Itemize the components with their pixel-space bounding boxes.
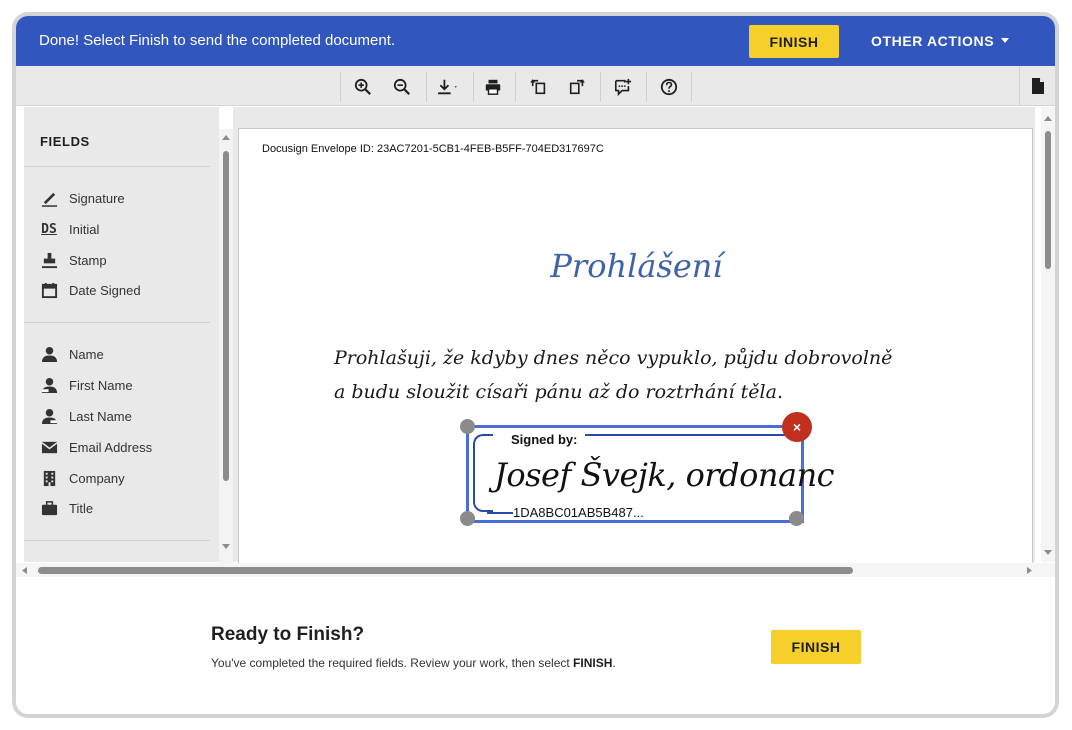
- rotate-right-icon[interactable]: [559, 72, 595, 102]
- stamp-icon: [40, 251, 58, 269]
- envelope-icon: [40, 438, 58, 456]
- person-icon: [40, 345, 58, 363]
- document-scroll-thumb[interactable]: [1045, 131, 1051, 269]
- add-comment-icon[interactable]: [605, 72, 641, 102]
- zoom-out-icon[interactable]: [384, 72, 420, 102]
- signature-field[interactable]: Signed by: Josef Švejk, ordonanc 1DA8BC0…: [466, 425, 835, 523]
- banner-message: Done! Select Finish to send the complete…: [39, 32, 396, 49]
- scroll-down-icon[interactable]: [221, 543, 231, 550]
- document-body: Prohlašuji, že kdyby dnes něco vypuklo, …: [334, 341, 892, 409]
- horizontal-scroll-thumb[interactable]: [38, 567, 853, 574]
- ready-to-finish-title: Ready to Finish?: [211, 624, 365, 645]
- download-icon[interactable]: [428, 72, 468, 102]
- signature-image: Josef Švejk, ordonanc: [494, 456, 835, 494]
- field-stamp[interactable]: Stamp: [40, 249, 107, 271]
- field-company[interactable]: Company: [40, 467, 125, 489]
- briefcase-icon: [40, 499, 58, 517]
- delete-signature-button[interactable]: ×: [782, 412, 812, 442]
- ready-to-finish-text: You've completed the required fields. Re…: [211, 656, 616, 670]
- body-line-2: a budu sloužit císaři pánu až do roztrhá…: [334, 381, 783, 403]
- envelope-id: Docusign Envelope ID: 23AC7201-5CB1-4FEB…: [262, 143, 604, 155]
- person-last-icon: [40, 407, 58, 425]
- resize-handle-bottom-right[interactable]: [789, 511, 804, 526]
- signature-id: 1DA8BC01AB5B487...: [513, 505, 644, 520]
- zoom-in-icon[interactable]: [345, 72, 381, 102]
- finish-button-top[interactable]: FINISH: [749, 25, 839, 58]
- fields-panel: FIELDS Signature DS Initial Stamp Date S…: [24, 107, 219, 562]
- top-banner: Done! Select Finish to send the complete…: [16, 16, 1055, 66]
- field-last-name[interactable]: Last Name: [40, 405, 132, 427]
- scroll-up-icon[interactable]: [1043, 115, 1053, 122]
- field-signature[interactable]: Signature: [40, 187, 125, 209]
- field-title[interactable]: Title: [40, 497, 93, 519]
- scroll-right-icon[interactable]: [1026, 566, 1033, 575]
- field-initial[interactable]: DS Initial: [40, 218, 99, 240]
- resize-handle-bottom-left[interactable]: [460, 511, 475, 526]
- field-email-address[interactable]: Email Address: [40, 436, 152, 458]
- document-page: Docusign Envelope ID: 23AC7201-5CB1-4FEB…: [238, 128, 1033, 568]
- other-actions-menu[interactable]: OTHER ACTIONS: [871, 33, 1010, 49]
- signed-by-label: Signed by:: [511, 432, 578, 447]
- resize-handle-top-left[interactable]: [460, 419, 475, 434]
- signature-icon: [40, 189, 58, 207]
- toolbar: [16, 66, 1055, 106]
- close-icon: ×: [792, 419, 802, 435]
- docusign-window: Done! Select Finish to send the complete…: [16, 16, 1055, 714]
- field-date-signed[interactable]: Date Signed: [40, 279, 141, 301]
- document-horizontal-scrollbar[interactable]: [16, 563, 1055, 577]
- signature-bracket: [473, 434, 493, 512]
- field-first-name[interactable]: First Name: [40, 374, 133, 396]
- scroll-up-icon[interactable]: [221, 134, 231, 141]
- scroll-down-icon[interactable]: [1043, 549, 1053, 556]
- calendar-icon: [40, 281, 58, 299]
- scroll-left-icon[interactable]: [21, 566, 28, 575]
- fields-title: FIELDS: [40, 134, 90, 149]
- body-line-1: Prohlašuji, že kdyby dnes něco vypuklo, …: [334, 347, 893, 369]
- caret-down-icon: [1001, 38, 1010, 43]
- document-icon[interactable]: [1019, 66, 1055, 106]
- field-name[interactable]: Name: [40, 343, 104, 365]
- print-icon[interactable]: [475, 72, 511, 102]
- building-icon: [40, 469, 58, 487]
- document-vertical-scrollbar[interactable]: [1041, 107, 1055, 562]
- person-first-icon: [40, 376, 58, 394]
- help-icon[interactable]: [651, 72, 687, 102]
- document-title: Prohlášení: [550, 247, 723, 285]
- fields-scrollbar[interactable]: [219, 129, 233, 574]
- initial-icon: DS: [41, 221, 57, 237]
- finish-button-bottom[interactable]: FINISH: [771, 630, 861, 664]
- fields-scroll-thumb[interactable]: [223, 151, 229, 481]
- other-actions-label: OTHER ACTIONS: [871, 33, 995, 49]
- rotate-left-icon[interactable]: [521, 72, 557, 102]
